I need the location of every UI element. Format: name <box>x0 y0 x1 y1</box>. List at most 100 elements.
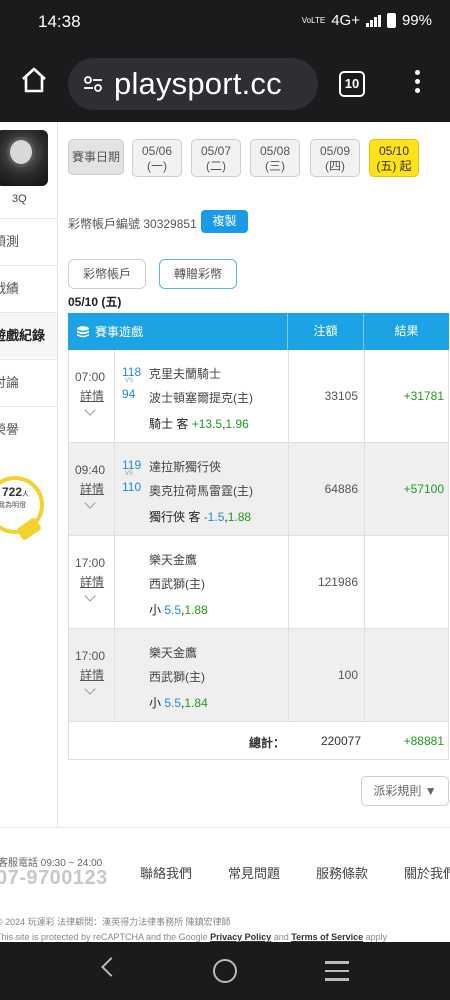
table-row: 17:00 詳情 樂天金鷹 西武獅(主) 小 5.5,1.88 121986 <box>68 536 449 629</box>
table-header: 賽事遊戲 注額 結果 <box>68 313 449 350</box>
detail-link[interactable]: 詳情 <box>80 573 104 590</box>
header-amount: 注額 <box>288 313 364 350</box>
sidebar-item-label: 遊戲紀錄 <box>0 328 46 343</box>
vs-label: VS <box>125 378 134 384</box>
status-icons: VoLTE 4G+ 99% <box>302 12 432 29</box>
privacy-link[interactable]: Privacy Policy <box>210 932 271 942</box>
tab-wallet[interactable]: 彩幣帳戶 <box>68 259 146 289</box>
browser-chrome: 14:38 VoLTE 4G+ 99% playsport.cc 10 <box>0 0 450 122</box>
date-button-0506[interactable]: 05/06 (一) <box>132 139 182 177</box>
chevron-down-icon[interactable] <box>84 404 96 416</box>
game-cell: 樂天金鷹 西武獅(主) 小 5.5,1.84 <box>115 629 289 721</box>
recaptcha-notice: This site is protected by reCAPTCHA and … <box>0 932 388 942</box>
home-team: 波士頓塞爾提克(主) <box>149 391 253 405</box>
bet-pick: 獨行俠 客 -1.5,1.88 <box>149 510 252 524</box>
total-amount: 220077 <box>320 734 361 748</box>
detail-link[interactable]: 詳情 <box>80 387 104 404</box>
bet-amount: 121986 <box>289 536 365 628</box>
tab-switcher-button[interactable]: 10 <box>339 71 365 97</box>
signal-icon <box>365 14 381 27</box>
sidebar-item-label: 戰績 <box>0 281 20 296</box>
bet-result <box>365 536 450 628</box>
page-content: 3Q 預測 戰績 遊戲紀錄 討論 榮譽 722人 我為明燈 賽事日期 05/06… <box>0 122 450 942</box>
footer: 客服電話 09:30 ~ 24:00 07-9700123 聯絡我們 常見問題 … <box>0 827 450 942</box>
home-team: 西武獅(主) <box>149 670 205 684</box>
total-row: 總計： 220077 +88881 <box>68 722 449 760</box>
battery-icon <box>386 13 396 28</box>
payout-rules-button[interactable]: 派彩規則 ▼ <box>361 776 449 806</box>
lightbulb-caption: 我為明燈 <box>0 502 26 509</box>
bet-amount: 64886 <box>289 443 365 535</box>
away-team: 達拉斯獨行俠 <box>149 460 222 474</box>
footer-link-faq[interactable]: 常見問題 <box>228 863 280 882</box>
away-team: 克里夫蘭騎士 <box>149 367 222 381</box>
home-score: 110 <box>122 480 142 494</box>
chevron-down-icon[interactable] <box>84 683 96 695</box>
footer-link-about[interactable]: 關於我們 <box>404 863 450 882</box>
home-team: 西武獅(主) <box>149 577 205 591</box>
game-time: 09:40 <box>75 463 106 477</box>
chevron-down-icon[interactable] <box>84 497 96 509</box>
away-team: 樂天金鷹 <box>149 646 198 660</box>
total-label: 總計： <box>249 736 286 750</box>
main-panel: 賽事日期 05/06 (一) 05/07 (二) 05/08 (三) 05/09 (四)… <box>60 122 450 827</box>
header-result: 結果 <box>394 324 419 338</box>
site-settings-icon[interactable] <box>82 73 104 95</box>
time-cell: 07:00 詳情 <box>69 350 115 442</box>
sidebar-item-label: 榮譽 <box>0 422 20 437</box>
away-team: 樂天金鷹 <box>149 553 198 567</box>
date-button-0510[interactable]: 05/10 (五) 起 <box>369 139 419 177</box>
copy-button[interactable]: 複製 <box>201 210 248 233</box>
service-phone[interactable]: 07-9700123 <box>0 867 108 890</box>
back-icon[interactable] <box>101 957 121 977</box>
url-bar[interactable]: playsport.cc <box>68 58 318 110</box>
battery-level: 99% <box>401 12 432 29</box>
more-menu-icon[interactable] <box>413 70 421 96</box>
game-time: 07:00 <box>75 370 106 384</box>
home-team: 奧克拉荷馬雷霆(主) <box>149 484 253 498</box>
home-icon[interactable] <box>20 66 48 94</box>
time-cell: 17:00 詳情 <box>69 629 115 721</box>
away-score: 119 <box>122 458 142 472</box>
copyright: © 2024 玩運彩 法律顧問：漢英得力法律事務所 陳鎮宏律師 <box>0 917 231 927</box>
sidebar-item-discussion[interactable]: 討論 <box>0 359 57 405</box>
sidebar-item-record[interactable]: 戰績 <box>0 265 57 311</box>
bet-pick: 騎士 客 +13.5,1.96 <box>149 417 249 431</box>
avatar[interactable] <box>0 130 48 186</box>
bet-amount: 33105 <box>289 350 365 442</box>
tab-transfer[interactable]: 轉贈彩幣 <box>159 259 237 289</box>
recent-apps-icon[interactable] <box>325 961 349 987</box>
terms-link[interactable]: Terms of Service <box>291 932 363 942</box>
volte-indicator: VoLTE <box>301 16 326 25</box>
sidebar-item-honors[interactable]: 榮譽 <box>0 406 57 452</box>
home-circle-icon[interactable] <box>213 959 237 983</box>
detail-link[interactable]: 詳情 <box>80 666 104 683</box>
date-button-0509[interactable]: 05/09 (四) <box>310 139 360 177</box>
game-cell: 樂天金鷹 西武獅(主) 小 5.5,1.88 <box>115 536 289 628</box>
date-button-0508[interactable]: 05/08 (三) <box>250 139 300 177</box>
chevron-down-icon[interactable] <box>84 590 96 602</box>
game-cell: 118 VS 94 克里夫蘭騎士 波士頓塞爾提克(主) 騎士 客 +13.5,1… <box>115 350 289 442</box>
current-date: 05/10 (五) <box>68 295 122 309</box>
date-button-0507[interactable]: 05/07 (二) <box>191 139 241 177</box>
sidebar-item-predictions[interactable]: 預測 <box>0 218 57 264</box>
time-cell: 17:00 詳情 <box>69 536 115 628</box>
footer-link-terms[interactable]: 服務條款 <box>316 863 368 882</box>
table-row: 17:00 詳情 樂天金鷹 西武獅(主) 小 5.5,1.84 100 <box>68 629 449 722</box>
sidebar: 3Q 預測 戰績 遊戲紀錄 討論 榮譽 722人 我為明燈 <box>0 122 58 827</box>
detail-link[interactable]: 詳情 <box>80 480 104 497</box>
bet-amount: 100 <box>289 629 365 721</box>
table-row: 09:40 詳情 119 VS 110 達拉斯獨行俠 奧克拉荷馬雷霆(主) 獨行… <box>68 443 449 536</box>
footer-link-contact[interactable]: 聯絡我們 <box>140 863 192 882</box>
vs-label: VS <box>125 471 134 477</box>
account-number: 彩幣帳戶編號 30329851 <box>68 217 197 231</box>
game-history-table: 賽事遊戲 注額 結果 07:00 詳情 118 VS 94 克里夫蘭騎士 波士頓… <box>68 313 449 760</box>
bet-result <box>365 629 450 721</box>
table-row: 07:00 詳情 118 VS 94 克里夫蘭騎士 波士頓塞爾提克(主) 騎士 … <box>68 350 449 443</box>
game-time: 17:00 <box>75 556 106 570</box>
status-time: 14:38 <box>38 12 81 31</box>
header-game: 賽事遊戲 <box>68 313 288 350</box>
url-text: playsport.cc <box>114 66 282 101</box>
away-score: 118 <box>122 365 142 379</box>
sidebar-item-game-history[interactable]: 遊戲紀錄 <box>0 312 57 358</box>
